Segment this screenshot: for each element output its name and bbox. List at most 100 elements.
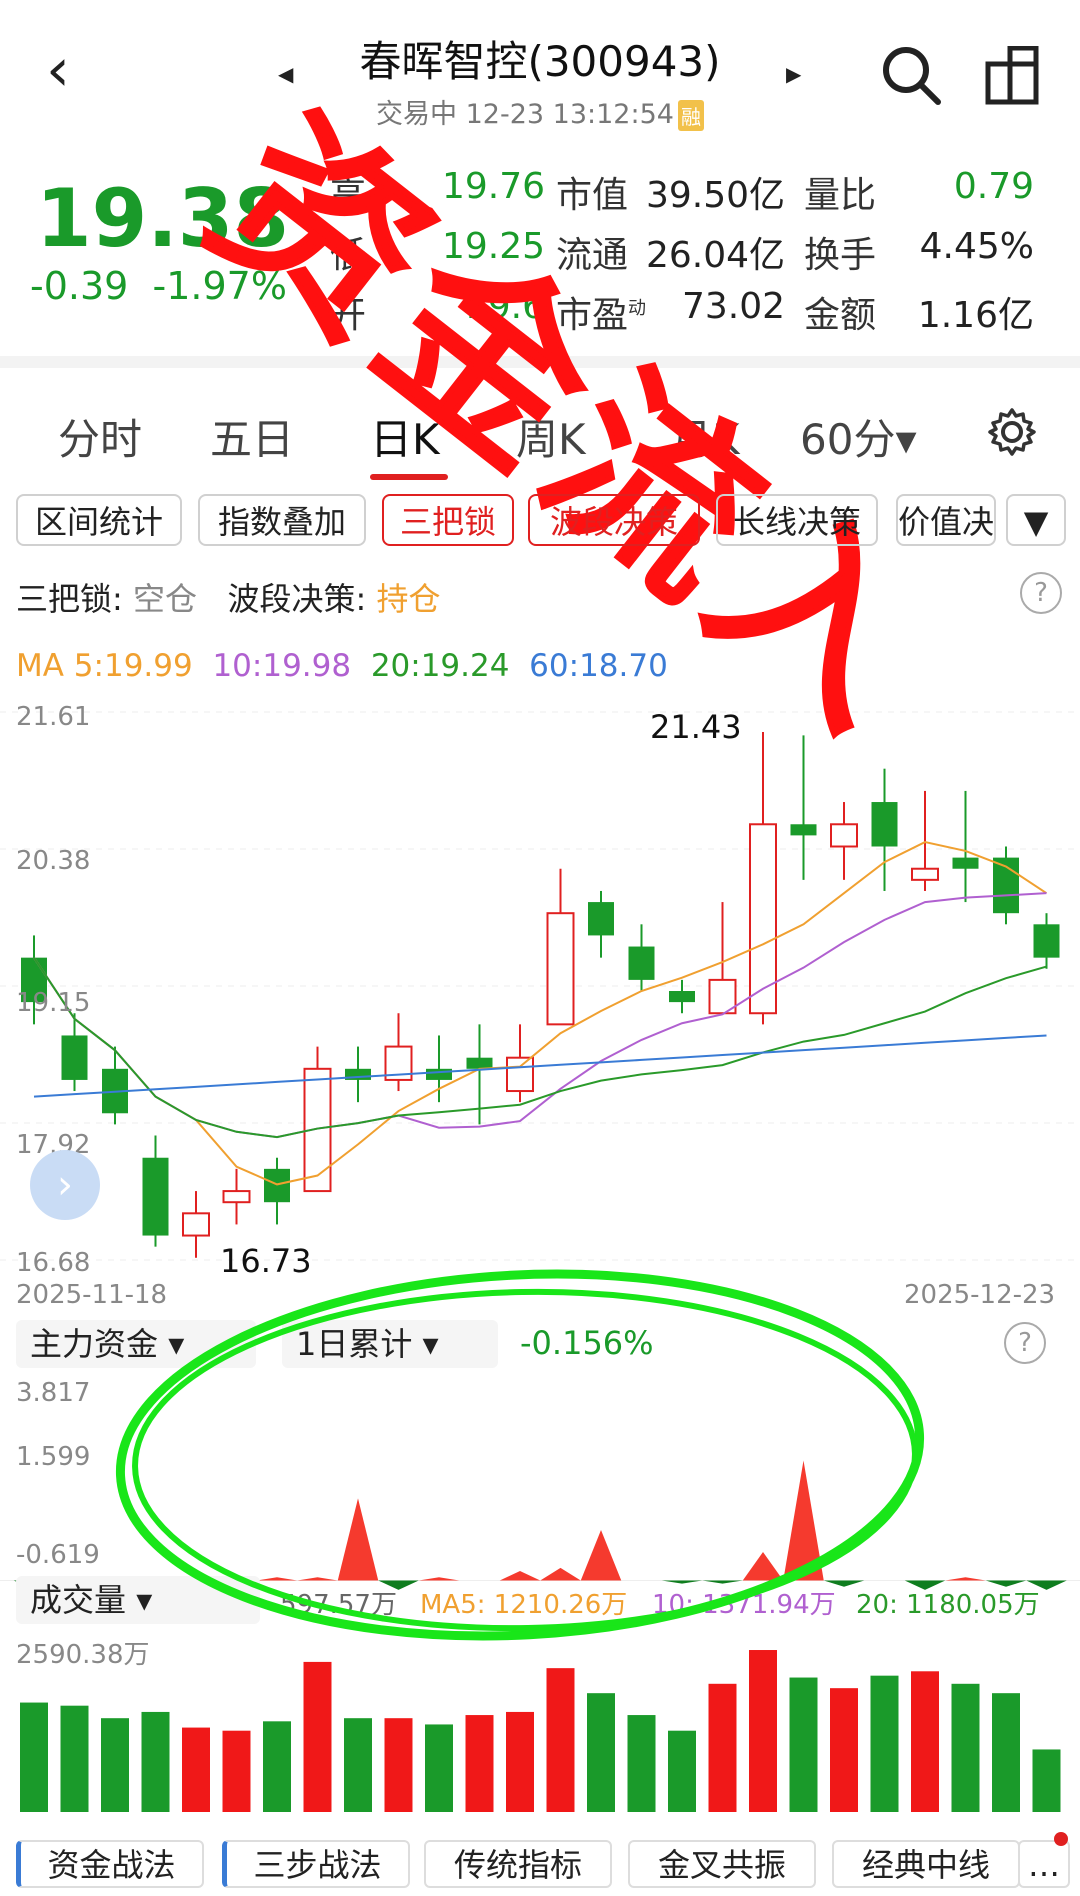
candle-body	[426, 1068, 452, 1080]
volume-bar	[384, 1718, 413, 1812]
bottom-tab-0[interactable]: 资金战法	[16, 1840, 204, 1888]
volume-bar	[303, 1661, 332, 1812]
fund-peak	[499, 1570, 541, 1581]
stat-label: 流通	[556, 235, 629, 276]
fund-peak	[783, 1460, 824, 1581]
rotate-screen-icon[interactable]	[984, 45, 1040, 110]
expand-arrow-icon[interactable]: ›	[30, 1150, 100, 1220]
fund-peak	[742, 1552, 784, 1581]
chip-5[interactable]: 价值决	[896, 494, 996, 546]
fund-axis-top: 3.817	[16, 1378, 91, 1408]
search-icon[interactable]	[880, 44, 944, 112]
high-label: 21.43	[650, 708, 742, 746]
volume-axis-top: 2590.38万	[16, 1640, 150, 1670]
stat-label: 高	[330, 175, 367, 216]
candle-body	[588, 902, 614, 936]
tab-4[interactable]: 月K	[670, 406, 740, 467]
candle-body	[628, 946, 655, 980]
volume-ma20: 20: 1180.05万	[856, 1590, 1040, 1620]
volume-bar	[587, 1693, 615, 1812]
candle-body	[871, 802, 898, 847]
chip-2[interactable]: 三把锁	[382, 494, 514, 546]
price-change: -0.39 -1.97%	[30, 264, 287, 308]
stat-value: 19.25	[441, 226, 545, 267]
kline-chart[interactable]	[0, 700, 1080, 1830]
more-button[interactable]: …	[1018, 1840, 1070, 1888]
volume-bar	[789, 1677, 818, 1812]
tab-5[interactable]: 60分▾	[800, 406, 917, 467]
date-end: 2025-12-23	[904, 1280, 1056, 1310]
fund-peak	[540, 1567, 581, 1581]
fund-axis-bottom: -0.619	[16, 1540, 100, 1570]
candle-body	[142, 1157, 169, 1236]
tab-2[interactable]: 日K	[370, 406, 440, 467]
current-price: 19.38	[36, 172, 290, 265]
more-chips-dropdown[interactable]: ▼	[1006, 494, 1066, 546]
notification-dot	[1054, 1832, 1068, 1846]
tab-3[interactable]: 周K	[516, 406, 586, 467]
ma-legend: MA 5:19.99 10:19.98 20:19.24 60:18.70	[16, 648, 668, 684]
volume-bar	[101, 1718, 129, 1812]
date-start: 2025-11-18	[16, 1280, 168, 1310]
bottom-tab-4[interactable]: 经典中线	[832, 1840, 1020, 1888]
stat-value: 26.04亿	[645, 235, 785, 276]
candle-body	[952, 857, 979, 869]
fund-selector[interactable]: 主力资金 ▾	[16, 1320, 256, 1368]
settings-icon[interactable]	[986, 406, 1038, 462]
volume-bar	[263, 1721, 291, 1812]
stat-value: 19.76	[441, 166, 545, 207]
stat-value: 73.02	[681, 286, 785, 327]
fund-peak	[297, 1577, 338, 1581]
fund-period-selector[interactable]: 1日累计 ▾	[282, 1320, 498, 1368]
bottom-tab-3[interactable]: 金叉共振	[628, 1840, 816, 1888]
volume-bar	[141, 1711, 170, 1812]
volume-bar	[222, 1730, 251, 1812]
fund-value: -0.156%	[520, 1324, 654, 1362]
volume-bar	[870, 1675, 899, 1812]
stat-value: 1.16亿	[917, 295, 1034, 336]
ma5-line	[33, 841, 1048, 1186]
volume-selector[interactable]: 成交量 ▾	[16, 1576, 260, 1624]
candle-body	[466, 1057, 493, 1069]
volume-bar	[60, 1705, 89, 1812]
bottom-tab-2[interactable]: 传统指标	[424, 1840, 612, 1888]
candle-body	[61, 1035, 88, 1080]
stat-value: 4.45%	[919, 226, 1034, 267]
volume-bar	[20, 1702, 48, 1812]
fund-peak	[945, 1577, 986, 1581]
margin-badge: 融	[677, 100, 704, 131]
chip-3[interactable]: 波段决策	[528, 494, 700, 546]
volume-bar	[344, 1718, 372, 1812]
volume-bar	[749, 1650, 777, 1812]
tab-0[interactable]: 分时	[58, 406, 142, 467]
y-axis-2: 20.38	[16, 846, 91, 876]
bottom-tab-1[interactable]: 三步战法	[222, 1840, 410, 1888]
volume-bar	[1032, 1749, 1061, 1812]
candle-body	[222, 1190, 251, 1204]
chip-1[interactable]: 指数叠加	[198, 494, 366, 546]
stat-label: 市盈动	[556, 295, 647, 336]
candle-body	[790, 824, 817, 836]
stat-value: 39.50亿	[645, 175, 785, 216]
fund-help-icon[interactable]: ?	[1004, 1322, 1046, 1364]
candle-body	[669, 991, 695, 1003]
volume-ma5: MA5: 1210.26万	[420, 1590, 628, 1620]
chip-0[interactable]: 区间统计	[16, 494, 182, 546]
volume-bar	[951, 1683, 980, 1812]
fund-axis-mid: 1.599	[16, 1442, 91, 1472]
ma60-line	[33, 1034, 1047, 1098]
volume-bar	[425, 1724, 453, 1812]
help-icon[interactable]: ?	[1020, 572, 1062, 614]
volume-bar	[911, 1671, 939, 1812]
volume-bar	[830, 1688, 858, 1812]
volume-bar	[708, 1683, 737, 1812]
fund-peak	[418, 1577, 460, 1581]
tab-1[interactable]: 五日	[210, 406, 294, 467]
chip-4[interactable]: 长线决策	[716, 494, 878, 546]
stat-label: 换手	[804, 235, 877, 276]
stat-value: 19.6	[464, 286, 545, 327]
volume-bar	[992, 1693, 1020, 1812]
low-label: 16.73	[220, 1242, 312, 1280]
fund-peak	[337, 1498, 379, 1581]
stat-label: 量比	[804, 175, 877, 216]
